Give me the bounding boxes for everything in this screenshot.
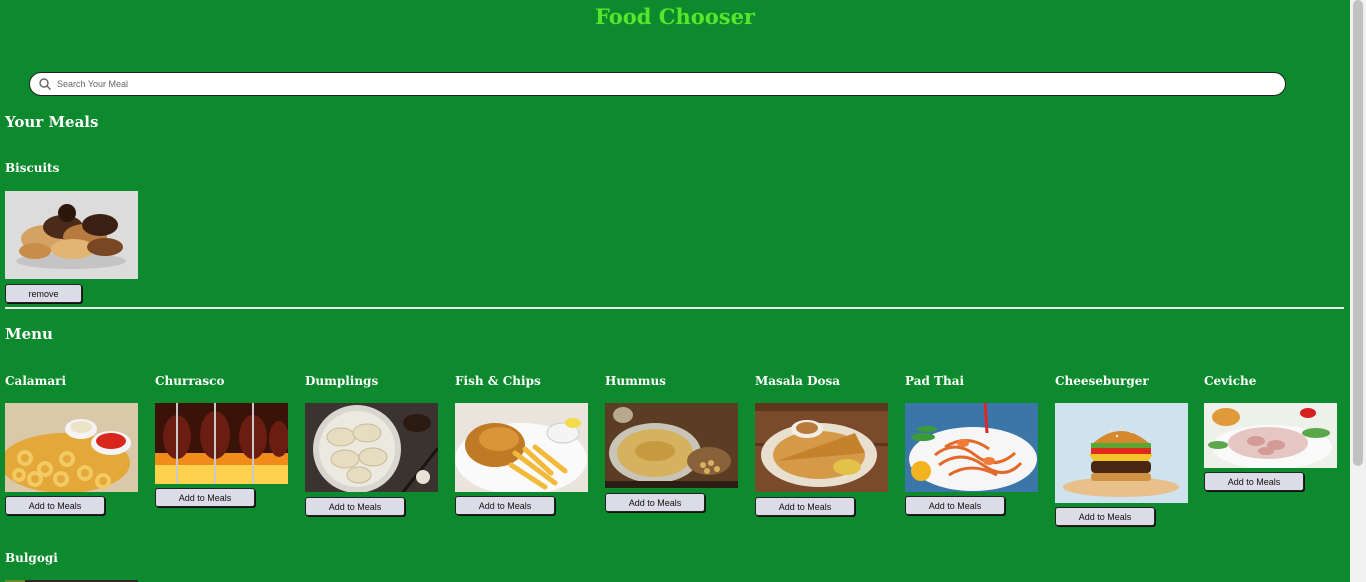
add-to-meals-button[interactable]: Add to Meals (755, 497, 855, 516)
add-to-meals-button[interactable]: Add to Meals (455, 496, 555, 515)
menu-image-pad-thai (905, 403, 1038, 492)
add-to-meals-button[interactable]: Add to Meals (155, 488, 255, 507)
menu-image-fish-chips (455, 403, 588, 492)
menu-item-name: Churrasco (155, 374, 225, 388)
page-title: Food Chooser (594, 4, 755, 29)
menu-image-masala-dosa (755, 403, 888, 492)
menu-image-churrasco (155, 403, 288, 484)
add-to-meals-button[interactable]: Add to Meals (5, 496, 105, 515)
menu-image-ceviche (1204, 403, 1337, 468)
menu-item-name: Fish & Chips (455, 374, 541, 388)
menu-heading: Menu (5, 325, 53, 343)
search-icon (39, 78, 52, 91)
search-input[interactable] (57, 75, 1257, 92)
add-to-meals-button[interactable]: Add to Meals (605, 493, 705, 512)
menu-image-calamari (5, 403, 138, 492)
menu-item-name: Bulgogi (5, 551, 58, 565)
add-to-meals-button[interactable]: Add to Meals (905, 496, 1005, 515)
menu-image-cheeseburger (1055, 403, 1188, 503)
menu-item-name: Dumplings (305, 374, 379, 388)
meal-image-biscuits (5, 191, 138, 279)
menu-item-name: Hummus (605, 374, 666, 388)
add-to-meals-button[interactable]: Add to Meals (305, 497, 405, 516)
page: Food Chooser Your Meals Biscuits (0, 0, 1350, 582)
menu-item-name: Pad Thai (905, 374, 965, 388)
add-to-meals-button[interactable]: Add to Meals (1055, 507, 1155, 526)
add-to-meals-button[interactable]: Add to Meals (1204, 472, 1304, 491)
meal-name: Biscuits (5, 161, 60, 175)
menu-image-hummus (605, 403, 738, 488)
menu-item-name: Calamari (5, 374, 67, 388)
menu-item-name: Masala Dosa (755, 374, 841, 388)
scrollbar-thumb[interactable] (1353, 0, 1363, 466)
search-bar[interactable] (29, 72, 1286, 96)
menu-item-name: Ceviche (1204, 374, 1257, 388)
section-divider (5, 307, 1344, 309)
your-meals-heading: Your Meals (5, 113, 99, 131)
page-scrollbar[interactable] (1350, 0, 1366, 582)
menu-item-name: Cheeseburger (1055, 374, 1149, 388)
remove-button[interactable]: remove (5, 284, 82, 303)
menu-image-dumplings (305, 403, 438, 492)
